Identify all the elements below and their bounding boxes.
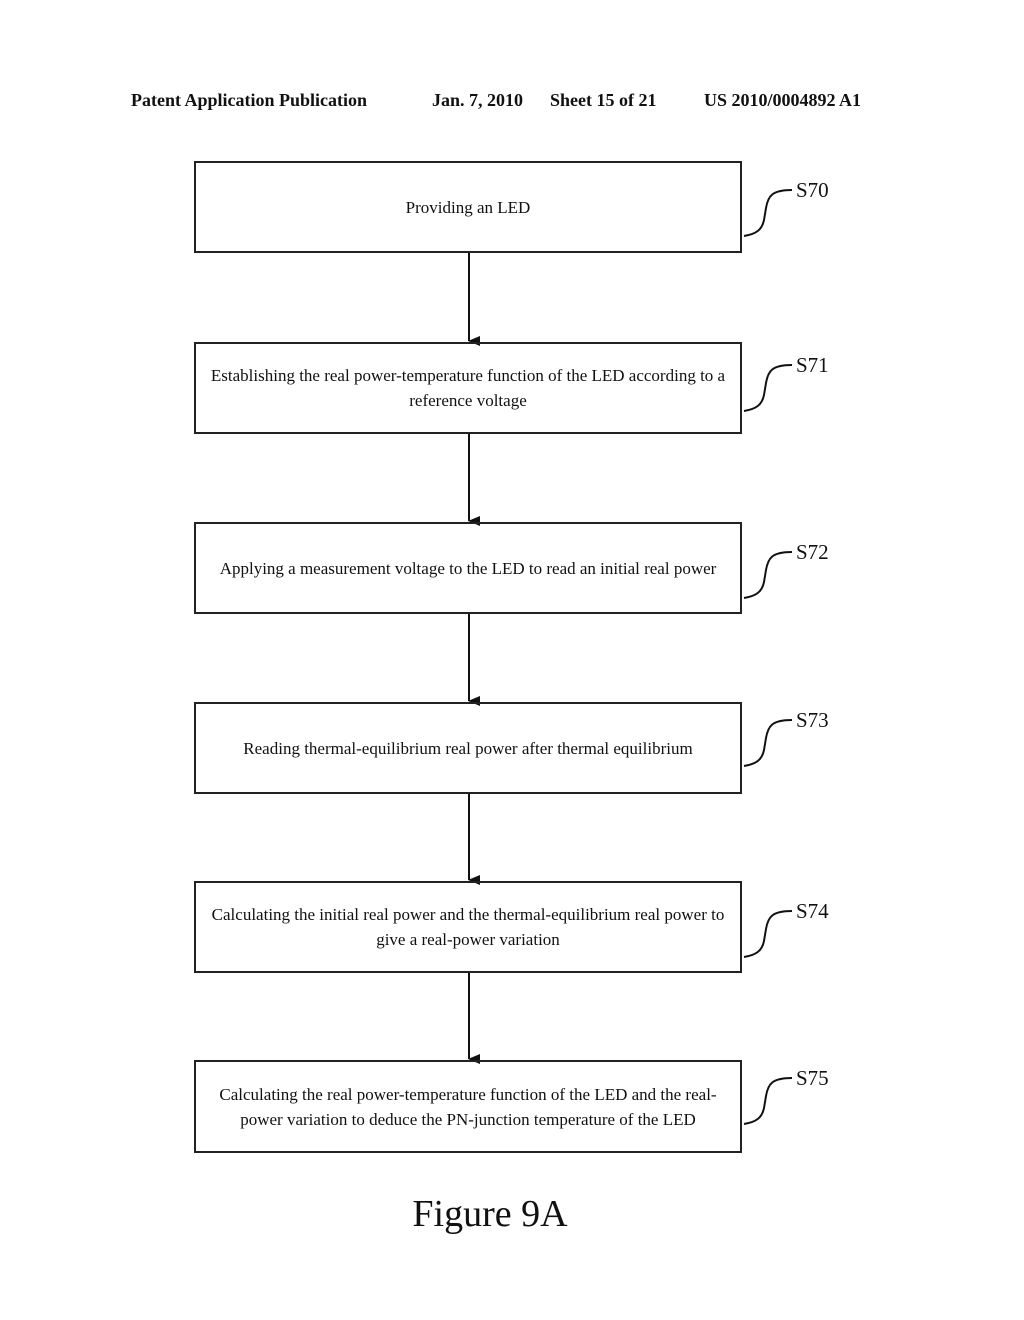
step-box-s73: Reading thermal-equilibrium real power a… <box>194 702 742 794</box>
label-leader-line <box>743 189 793 237</box>
step-text: Providing an LED <box>405 197 531 217</box>
step-label-s74: S74 <box>796 899 829 923</box>
step-label-s72: S72 <box>796 540 829 564</box>
step-text: Reading thermal-equilibrium real power a… <box>243 738 693 758</box>
step-box-s70: Providing an LED <box>194 161 742 253</box>
label-leader-line <box>743 910 793 958</box>
step-label-s73: S73 <box>796 708 829 732</box>
step-text: Calculating the real power-temperature f… <box>219 1084 717 1129</box>
step-box-s71: Establishing the real power-temperature … <box>194 342 742 434</box>
step-box-s72: Applying a measurement voltage to the LE… <box>194 522 742 614</box>
step-label-s71: S71 <box>796 353 829 377</box>
step-text: Applying a measurement voltage to the LE… <box>219 558 717 578</box>
step-box-s74: Calculating the initial real power and t… <box>194 881 742 973</box>
figure-caption: Figure 9A <box>412 1193 568 1235</box>
label-leader-line <box>743 1077 793 1125</box>
step-label-s75: S75 <box>796 1066 829 1090</box>
label-leader-line <box>743 551 793 599</box>
label-leader-line <box>743 364 793 412</box>
step-box-s75: Calculating the real power-temperature f… <box>194 1060 742 1153</box>
step-text: Calculating the initial real power and t… <box>211 905 725 949</box>
label-leader-line <box>743 719 793 767</box>
step-label-s70: S70 <box>796 178 829 202</box>
step-text: Establishing the real power-temperature … <box>210 366 726 410</box>
